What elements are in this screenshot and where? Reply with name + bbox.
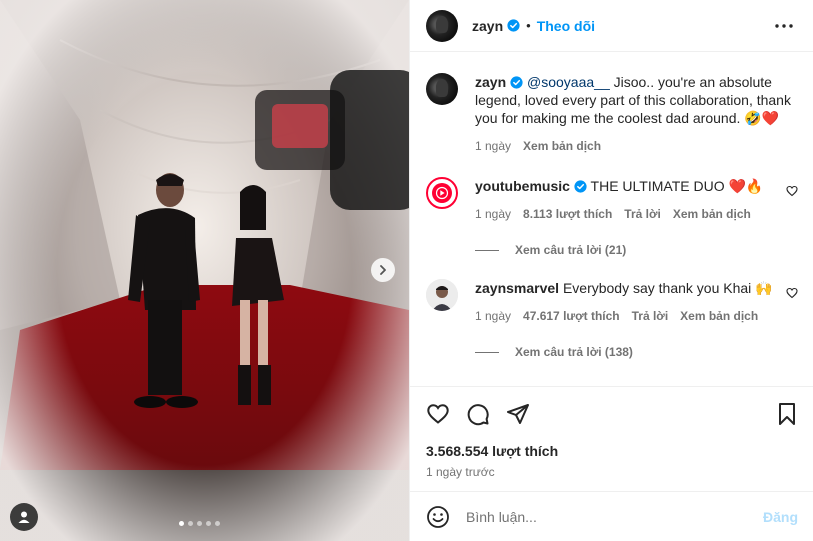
commenter-username[interactable]: youtubemusic xyxy=(475,178,570,194)
share-icon xyxy=(507,404,529,424)
post-timestamp[interactable]: 1 ngày trước xyxy=(426,465,798,479)
emoji-picker-button[interactable] xyxy=(426,505,450,529)
next-slide-button[interactable] xyxy=(371,258,395,282)
caption-meta: 1 ngày Xem bản dịch xyxy=(475,137,798,155)
heart-icon xyxy=(427,404,449,424)
like-button[interactable] xyxy=(426,402,450,426)
reply-button[interactable]: Trả lời xyxy=(632,307,669,325)
carousel-dot xyxy=(215,521,220,526)
author-username[interactable]: zayn xyxy=(472,18,503,34)
heart-icon xyxy=(786,287,798,299)
youtube-music-logo-icon xyxy=(432,183,452,203)
reply-button[interactable]: Trả lời xyxy=(624,205,661,223)
comment-body: THE ULTIMATE DUO xyxy=(586,178,729,194)
view-replies-button[interactable]: Xem câu trả lời (138) xyxy=(475,345,798,359)
comment-like-count[interactable]: 8.113 lượt thích xyxy=(523,205,612,223)
carousel-dot xyxy=(197,521,202,526)
post-actions: 3.568.554 lượt thích 1 ngày trước xyxy=(410,386,813,479)
view-replies-label: Xem câu trả lời (21) xyxy=(515,243,627,257)
commenter-avatar[interactable] xyxy=(426,279,458,311)
translate-link[interactable]: Xem bản dịch xyxy=(680,307,758,325)
caption-avatar[interactable] xyxy=(426,73,458,105)
comment-body: Everybody say thank you Khai xyxy=(559,280,756,296)
view-replies-button[interactable]: Xem câu trả lời (21) xyxy=(475,243,798,257)
comment-emojis: ❤️🔥 xyxy=(728,178,764,194)
comment-like-count[interactable]: 47.617 lượt thích xyxy=(523,307,620,325)
caption-translate-link[interactable]: Xem bản dịch xyxy=(523,137,601,155)
comment-meta: 1 ngày 47.617 lượt thích Trả lời Xem bản… xyxy=(475,307,776,325)
comment-text: zaynsmarvel Everybody say thank you Khai… xyxy=(475,279,776,297)
caption-time[interactable]: 1 ngày xyxy=(475,137,511,155)
post-media[interactable] xyxy=(0,0,409,541)
add-comment-bar: Đăng xyxy=(410,491,813,541)
post-details-panel: zayn • Theo dõi zayn @sooyaaa__ Jisoo.. … xyxy=(409,0,813,541)
comment-input[interactable] xyxy=(466,508,763,525)
heart-icon xyxy=(786,185,798,197)
follow-button[interactable]: Theo dõi xyxy=(537,18,595,34)
separator-dot: • xyxy=(526,18,531,33)
post-header: zayn • Theo dõi xyxy=(410,0,813,52)
comment-meta: 1 ngày 8.113 lượt thích Trả lời Xem bản … xyxy=(475,205,776,223)
verified-badge-icon xyxy=(574,180,587,193)
comment-time[interactable]: 1 ngày xyxy=(475,307,511,325)
user-tag-icon xyxy=(18,511,30,523)
comment-item: zaynsmarvel Everybody say thank you Khai… xyxy=(426,279,798,325)
comment-icon xyxy=(467,404,489,426)
comment-time[interactable]: 1 ngày xyxy=(475,205,511,223)
share-button[interactable] xyxy=(506,402,530,426)
comments-list[interactable]: zayn @sooyaaa__ Jisoo.. you're an absolu… xyxy=(410,53,813,385)
emoji-icon xyxy=(427,505,449,528)
verified-badge-icon xyxy=(510,76,523,89)
replies-divider xyxy=(475,249,499,251)
user-photo-icon xyxy=(426,279,458,311)
comment-like-button[interactable] xyxy=(786,287,798,302)
author-avatar[interactable] xyxy=(426,9,458,42)
view-replies-label: Xem câu trả lời (138) xyxy=(515,345,633,359)
verified-badge-icon xyxy=(507,19,520,32)
post-photo xyxy=(0,0,409,541)
carousel-dot xyxy=(206,521,211,526)
like-count[interactable]: 3.568.554 lượt thích xyxy=(426,443,798,459)
carousel-dot xyxy=(188,521,193,526)
comment-button[interactable] xyxy=(466,402,490,426)
save-button[interactable] xyxy=(776,402,798,426)
tagged-users-button[interactable] xyxy=(10,503,38,531)
replies-divider xyxy=(475,351,499,353)
caption-text: zayn @sooyaaa__ Jisoo.. you're an absolu… xyxy=(475,73,798,127)
more-options-button[interactable] xyxy=(771,20,797,32)
post-caption: zayn @sooyaaa__ Jisoo.. you're an absolu… xyxy=(426,73,798,155)
comment-like-button[interactable] xyxy=(786,185,798,200)
post-comment-button[interactable]: Đăng xyxy=(763,509,798,525)
commenter-username[interactable]: zaynsmarvel xyxy=(475,280,559,296)
chevron-right-icon xyxy=(380,265,386,275)
carousel-indicator xyxy=(179,521,220,526)
caption-emojis: 🤣❤️ xyxy=(744,110,780,126)
more-options-icon xyxy=(775,23,793,28)
caption-mention[interactable]: @sooyaaa__ xyxy=(527,74,610,90)
carousel-dot xyxy=(179,521,184,526)
translate-link[interactable]: Xem bản dịch xyxy=(673,205,751,223)
bookmark-icon xyxy=(779,403,795,425)
commenter-avatar[interactable] xyxy=(426,177,458,209)
caption-username[interactable]: zayn xyxy=(475,74,506,90)
comment-emojis: 🙌 xyxy=(755,280,773,296)
comment-text: youtubemusic THE ULTIMATE DUO ❤️🔥 xyxy=(475,177,776,195)
comment-item: youtubemusic THE ULTIMATE DUO ❤️🔥 1 ngày… xyxy=(426,177,798,223)
